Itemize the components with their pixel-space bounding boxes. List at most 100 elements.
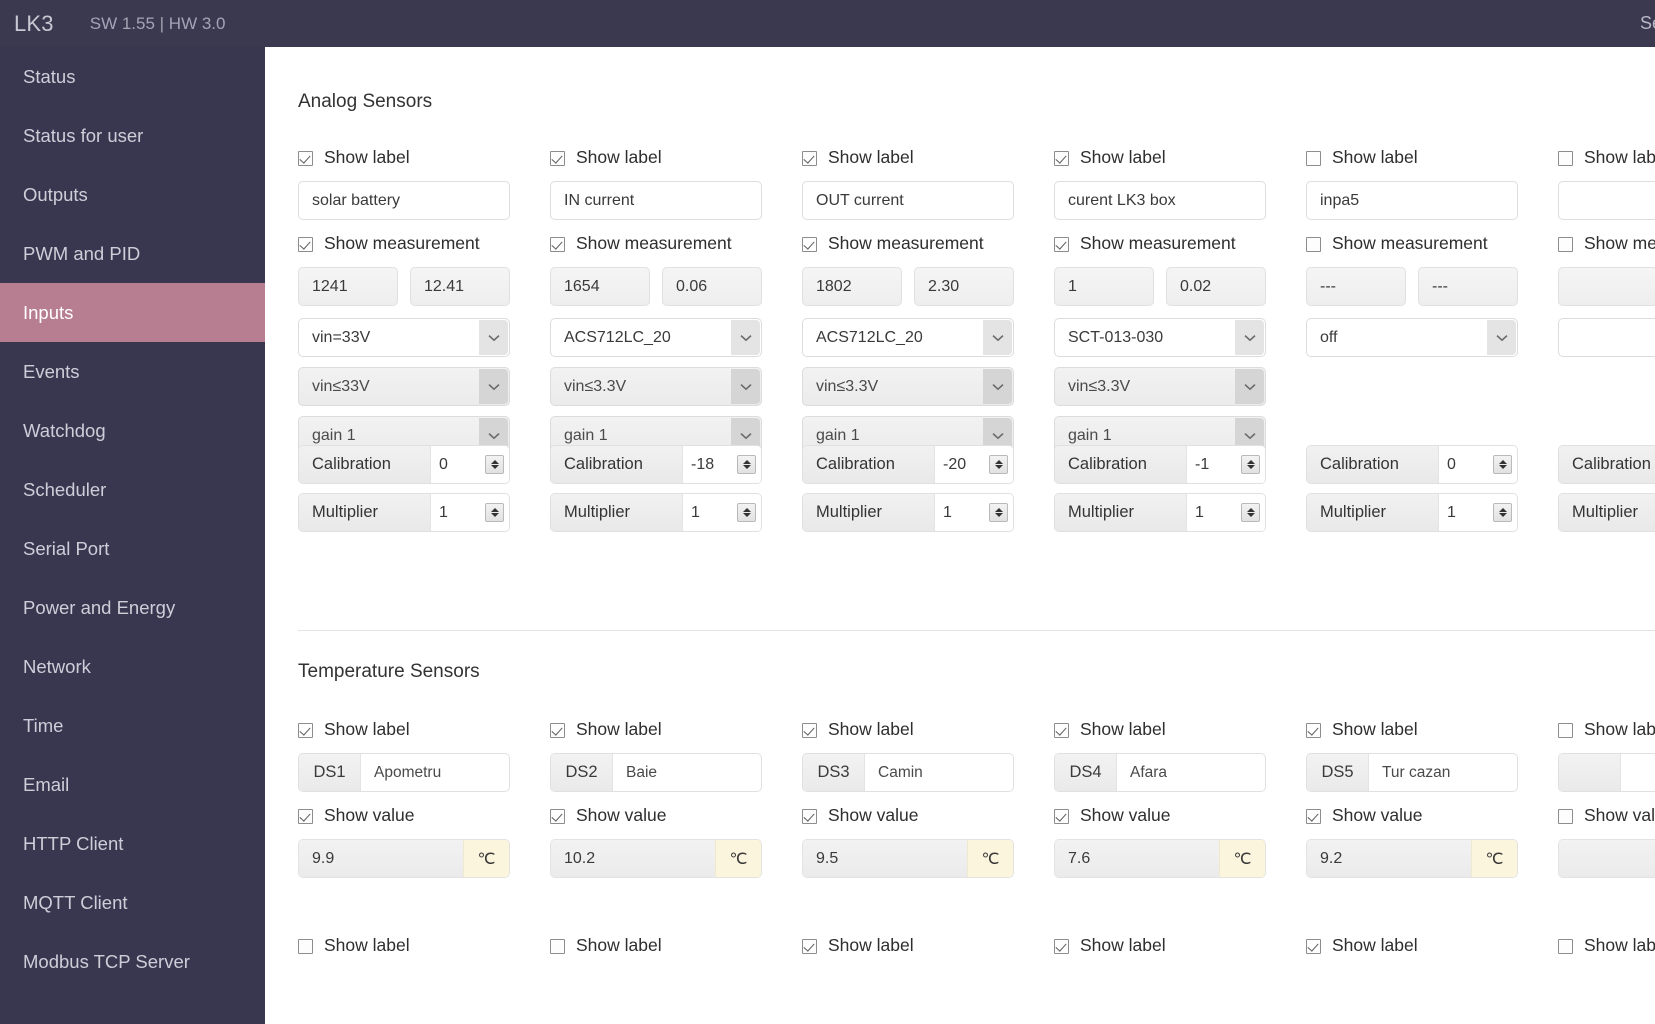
multiplier-field[interactable]: 1 (1439, 494, 1517, 531)
temp-show-label-checkbox-1[interactable]: Show label (298, 719, 510, 741)
stepper-buttons[interactable] (485, 455, 504, 474)
analog-name-input-2[interactable]: IN current (550, 181, 762, 220)
temperature-name-row-1[interactable]: DS1 Apometru (298, 753, 510, 792)
analog-calibration-stepper-4[interactable]: Calibration -1 (1054, 445, 1266, 484)
checkbox-box[interactable] (1054, 150, 1069, 166)
stepper-up-icon[interactable] (742, 460, 751, 464)
analog-multiplier-stepper-2[interactable]: Multiplier 1 (550, 493, 762, 532)
chevron-down-icon[interactable] (1487, 320, 1516, 355)
analog-show-label-checkbox-2[interactable]: Show label (550, 147, 762, 169)
stepper-down-icon[interactable] (1246, 465, 1255, 469)
stepper-buttons[interactable] (1493, 503, 1512, 522)
stepper-buttons[interactable] (737, 455, 756, 474)
checkbox-box[interactable] (1306, 236, 1321, 252)
stepper-up-icon[interactable] (1246, 460, 1255, 464)
temp-show-label-checkbox-4[interactable]: Show label (1054, 719, 1266, 741)
stepper-down-icon[interactable] (1498, 465, 1507, 469)
sidebar-item-serial-port[interactable]: Serial Port (0, 519, 265, 578)
analog-name-input-5[interactable]: inpa5 (1306, 181, 1518, 220)
temp-show-value-checkbox-3[interactable]: Show value (802, 805, 1014, 827)
analog-sensor-type-select-5[interactable]: off (1306, 318, 1518, 357)
chevron-down-icon[interactable] (479, 369, 508, 404)
stepper-down-icon[interactable] (994, 465, 1003, 469)
analog-calibration-stepper-5[interactable]: Calibration 0 (1306, 445, 1518, 484)
checkbox-box[interactable] (1306, 938, 1321, 954)
chevron-down-icon[interactable] (983, 369, 1012, 404)
stepper-up-icon[interactable] (490, 508, 499, 512)
stepper-down-icon[interactable] (994, 513, 1003, 517)
stepper-up-icon[interactable] (490, 460, 499, 464)
analog-show-measurement-checkbox-3[interactable]: Show measurement (802, 233, 1014, 255)
analog-show-measurement-checkbox-4[interactable]: Show measurement (1054, 233, 1266, 255)
analog-show-measurement-checkbox-1[interactable]: Show measurement (298, 233, 510, 255)
temp-show-value-checkbox-6[interactable]: Show value (1558, 805, 1655, 827)
calibration-field[interactable]: 0 (1439, 446, 1517, 483)
temp-show-label-checkbox-6[interactable]: Show label (1558, 719, 1655, 741)
sidebar-item-modbus-tcp-server[interactable]: Modbus TCP Server (0, 932, 265, 991)
temp-show-value-checkbox-2[interactable]: Show value (550, 805, 762, 827)
checkbox-box[interactable] (802, 722, 817, 738)
analog-name-input-4[interactable]: curent LK3 box (1054, 181, 1266, 220)
analog-range-select-3[interactable]: vin≤3.3V (802, 367, 1014, 406)
checkbox-box[interactable] (802, 938, 817, 954)
temp-row2-show-label-checkbox-4[interactable]: Show label (1054, 935, 1266, 957)
checkbox-box[interactable] (1558, 938, 1573, 954)
multiplier-field[interactable]: 1 (683, 494, 761, 531)
analog-name-input-1[interactable]: solar battery (298, 181, 510, 220)
stepper-down-icon[interactable] (490, 513, 499, 517)
analog-name-input-3[interactable]: OUT current (802, 181, 1014, 220)
chevron-down-icon[interactable] (1235, 369, 1264, 404)
analog-multiplier-stepper-3[interactable]: Multiplier 1 (802, 493, 1014, 532)
temp-show-label-checkbox-5[interactable]: Show label (1306, 719, 1518, 741)
checkbox-box[interactable] (802, 150, 817, 166)
chevron-down-icon[interactable] (731, 320, 760, 355)
sidebar-item-time[interactable]: Time (0, 696, 265, 755)
analog-range-select-4[interactable]: vin≤3.3V (1054, 367, 1266, 406)
sidebar-item-pwm-and-pid[interactable]: PWM and PID (0, 224, 265, 283)
analog-sensor-type-select-1[interactable]: vin=33V (298, 318, 510, 357)
checkbox-box[interactable] (1558, 722, 1573, 738)
checkbox-box[interactable] (1306, 808, 1321, 824)
sidebar-item-events[interactable]: Events (0, 342, 265, 401)
checkbox-box[interactable] (298, 150, 313, 166)
sidebar-item-outputs[interactable]: Outputs (0, 165, 265, 224)
analog-calibration-stepper-3[interactable]: Calibration -20 (802, 445, 1014, 484)
stepper-up-icon[interactable] (1498, 460, 1507, 464)
checkbox-box[interactable] (298, 808, 313, 824)
analog-multiplier-stepper-5[interactable]: Multiplier 1 (1306, 493, 1518, 532)
chevron-down-icon[interactable] (983, 320, 1012, 355)
analog-range-select-2[interactable]: vin≤3.3V (550, 367, 762, 406)
sidebar-item-http-client[interactable]: HTTP Client (0, 814, 265, 873)
settings-link[interactable]: Set (1640, 13, 1655, 34)
stepper-down-icon[interactable] (1498, 513, 1507, 517)
stepper-up-icon[interactable] (994, 508, 1003, 512)
sidebar-item-status-for-user[interactable]: Status for user (0, 106, 265, 165)
temperature-name-row-2[interactable]: DS2 Baie (550, 753, 762, 792)
checkbox-box[interactable] (1054, 236, 1069, 252)
analog-show-label-checkbox-3[interactable]: Show label (802, 147, 1014, 169)
checkbox-box[interactable] (1054, 808, 1069, 824)
checkbox-box[interactable] (1054, 722, 1069, 738)
temp-row2-show-label-checkbox-1[interactable]: Show label (298, 935, 510, 957)
temp-show-value-checkbox-4[interactable]: Show value (1054, 805, 1266, 827)
calibration-field[interactable]: 0 (431, 446, 509, 483)
analog-name-input-6[interactable] (1558, 181, 1655, 220)
stepper-down-icon[interactable] (742, 513, 751, 517)
analog-sensor-type-select-3[interactable]: ACS712LC_20 (802, 318, 1014, 357)
checkbox-box[interactable] (298, 236, 313, 252)
checkbox-box[interactable] (550, 236, 565, 252)
stepper-down-icon[interactable] (742, 465, 751, 469)
calibration-field[interactable]: -20 (935, 446, 1013, 483)
analog-sensor-type-select-4[interactable]: SCT-013-030 (1054, 318, 1266, 357)
calibration-field[interactable]: -18 (683, 446, 761, 483)
stepper-up-icon[interactable] (1498, 508, 1507, 512)
checkbox-box[interactable] (550, 808, 565, 824)
checkbox-box[interactable] (802, 236, 817, 252)
analog-show-measurement-checkbox-6[interactable]: Show measurement (1558, 233, 1655, 255)
analog-range-select-1[interactable]: vin≤33V (298, 367, 510, 406)
stepper-up-icon[interactable] (1246, 508, 1255, 512)
analog-show-label-checkbox-4[interactable]: Show label (1054, 147, 1266, 169)
sidebar-item-inputs[interactable]: Inputs (0, 283, 265, 342)
sidebar-item-email[interactable]: Email (0, 755, 265, 814)
chevron-down-icon[interactable] (731, 369, 760, 404)
